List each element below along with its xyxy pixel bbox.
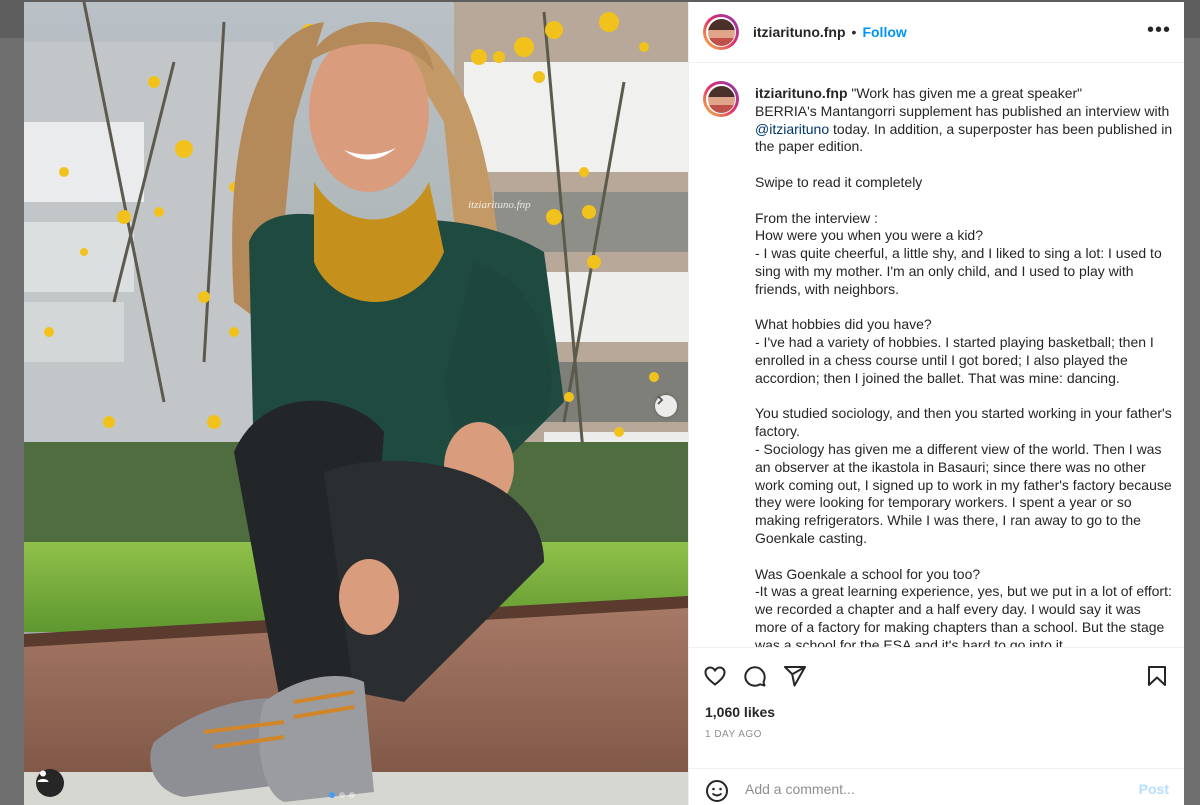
caption-username[interactable]: itziarituno.fnp: [755, 85, 848, 101]
header-separator: •: [851, 24, 857, 40]
post-timestamp[interactable]: 1 DAY AGO: [705, 729, 762, 740]
more-options-button[interactable]: •••: [1147, 20, 1171, 40]
paper-plane-icon: [784, 666, 806, 687]
smiley-icon: [706, 780, 728, 802]
caption-intro-text: BERRIA's Mantangorri supplement has publ…: [755, 102, 1174, 119]
emoji-button[interactable]: [705, 779, 729, 803]
heart-icon: [704, 666, 726, 686]
share-button[interactable]: [783, 664, 807, 688]
caption-header: itziarituno.fnp "Work has given me a gre…: [755, 85, 1173, 103]
carousel-dot: [339, 792, 345, 798]
carousel-indicator: [329, 792, 355, 798]
carousel-dot: [329, 792, 335, 798]
chevron-right-icon: [657, 395, 664, 405]
post-caption: itziarituno.fnp "Work has given me a gre…: [755, 85, 1173, 647]
post-comment-button[interactable]: Post: [1139, 781, 1169, 797]
caption-intro: BERRIA's Mantangorri supplement has publ…: [755, 103, 1173, 156]
comments-section[interactable]: itziarituno.fnp "Work has given me a gre…: [689, 63, 1184, 647]
avatar-ring: [706, 84, 736, 114]
image-watermark: itziarituno.fnp: [468, 199, 531, 211]
tagged-users-button[interactable]: [36, 769, 64, 797]
avatar[interactable]: [703, 14, 739, 50]
comment-bubble-icon: [744, 666, 766, 687]
carousel-next-button[interactable]: [655, 395, 677, 417]
post-header: itziarituno.fnp • Follow •••: [689, 2, 1184, 63]
post-details-panel: itziarituno.fnp • Follow ••• itziarituno…: [688, 2, 1184, 805]
header-username[interactable]: itziarituno.fnp: [753, 24, 846, 40]
comment-input[interactable]: [745, 777, 1105, 801]
avatar-image: [707, 85, 735, 113]
like-button[interactable]: [703, 664, 727, 688]
carousel-dot: [349, 792, 355, 798]
bookmark-icon: [1148, 666, 1166, 686]
add-comment-bar: Post: [689, 768, 1184, 805]
post-actions: 1,060 likes 1 DAY AGO Post: [689, 647, 1184, 805]
save-button[interactable]: [1145, 664, 1169, 688]
caption-body: Swipe to read it completely From the int…: [755, 173, 1172, 647]
caption-title: "Work has given me a great speaker": [847, 85, 1083, 101]
post-photo[interactable]: itziarituno.fnp: [24, 2, 688, 805]
likes-count[interactable]: 1,060 likes: [705, 704, 775, 720]
more-dots-icon: •••: [1146, 19, 1171, 41]
comment-button[interactable]: [743, 664, 767, 688]
user-tag-icon: [37, 770, 49, 782]
photo-illustration: itziarituno.fnp: [24, 2, 688, 805]
follow-button[interactable]: Follow: [862, 24, 906, 40]
caption-mention-link[interactable]: @itziarituno: [755, 121, 829, 137]
caption-avatar[interactable]: [703, 81, 739, 117]
avatar-ring: [706, 17, 736, 47]
avatar-image: [707, 18, 735, 46]
post-modal: itziarituno.fnp itziarituno.fnp • Follow…: [24, 2, 1184, 805]
